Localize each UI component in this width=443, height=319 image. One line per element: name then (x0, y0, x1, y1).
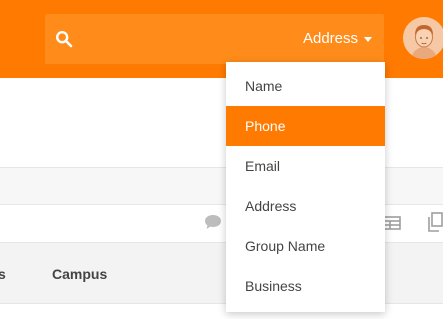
grid-view-icon[interactable] (383, 215, 401, 231)
user-avatar-icon (403, 17, 443, 59)
search-icon (55, 30, 73, 48)
avatar[interactable] (403, 17, 443, 59)
search-scope-label: Address (302, 30, 358, 47)
column-header-campus[interactable]: Campus (52, 266, 107, 282)
dropdown-item-address[interactable]: Address (226, 186, 385, 226)
search-scope-selector[interactable]: Address (303, 29, 372, 49)
dropdown-item-group-name[interactable]: Group Name (226, 226, 385, 266)
chevron-down-icon (364, 37, 372, 42)
dropdown-item-phone[interactable]: Phone (226, 106, 385, 146)
dropdown-item-business[interactable]: Business (226, 266, 385, 306)
search-bar[interactable]: Address (45, 14, 384, 64)
search-input[interactable] (83, 26, 287, 54)
dropdown-item-name[interactable]: Name (226, 66, 385, 106)
copy-icon[interactable] (427, 212, 443, 232)
column-header[interactable]: s (0, 266, 6, 282)
chat-icon[interactable] (204, 214, 222, 230)
page: Address s Campus Name Phone Email Addres… (0, 0, 443, 319)
dropdown-item-email[interactable]: Email (226, 146, 385, 186)
search-scope-dropdown: Name Phone Email Address Group Name Busi… (226, 62, 385, 312)
